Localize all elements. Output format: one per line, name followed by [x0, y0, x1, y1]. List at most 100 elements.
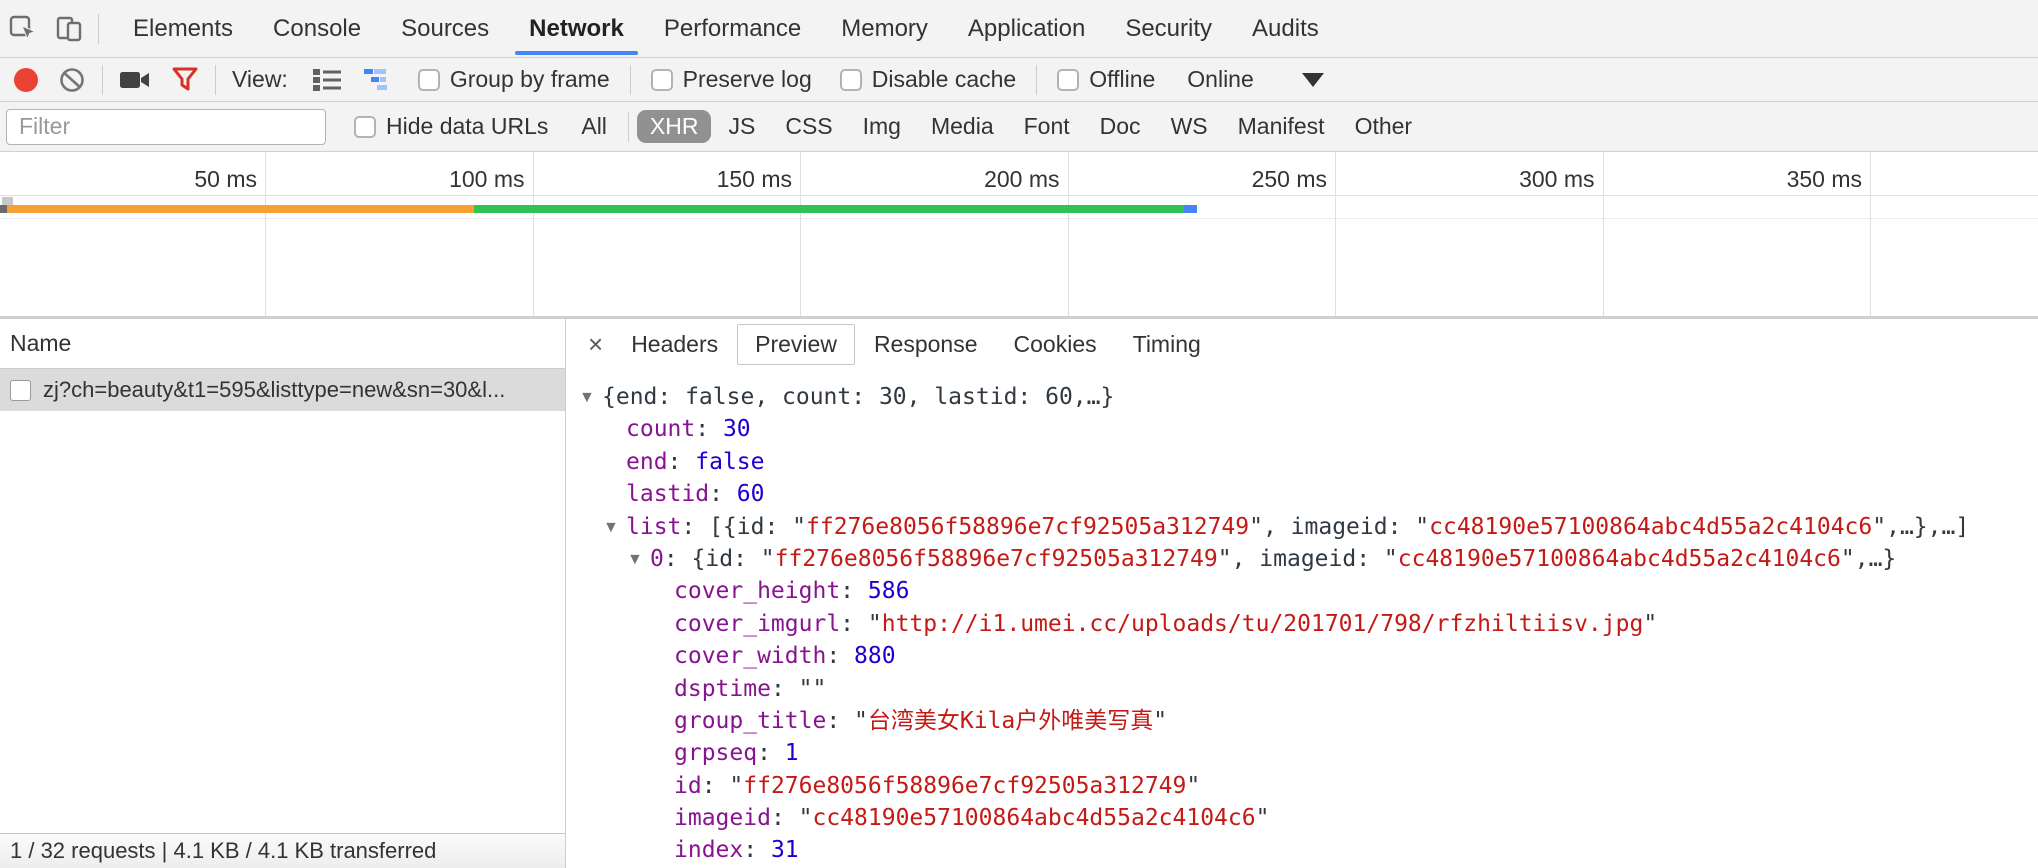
network-filterbar: Hide data URLs AllXHRJSCSSImgMediaFontDo… [0, 102, 2038, 152]
ruler-tick-350-ms: 350 ms [1702, 166, 1862, 193]
offline-checkbox[interactable] [1057, 69, 1079, 91]
inspect-element-button[interactable] [0, 7, 46, 51]
filter-type-img[interactable]: Img [850, 110, 914, 143]
json-text: ",…} [1841, 546, 1896, 572]
json-text: " [1256, 805, 1270, 831]
json-key: id [674, 773, 702, 799]
filter-toggle-button[interactable] [161, 60, 209, 100]
device-toolbar-icon [54, 14, 84, 44]
tree-expandable-row[interactable]: ▼0: {id: "ff276e8056f58896e7cf92505a3127… [566, 543, 2038, 575]
request-row[interactable]: zj?ch=beauty&t1=595&listtype=new&sn=30&l… [0, 369, 565, 411]
filter-type-media[interactable]: Media [918, 110, 1007, 143]
tab-sources[interactable]: Sources [381, 0, 509, 57]
filter-type-manifest[interactable]: Manifest [1225, 110, 1338, 143]
group-by-frame-checkbox[interactable] [418, 69, 440, 91]
json-key: 0 [650, 546, 664, 572]
throttling-select[interactable]: Online [1187, 66, 1253, 93]
tab-audits[interactable]: Audits [1232, 0, 1339, 57]
list-view-icon [312, 68, 342, 92]
overview-bar-queueing [0, 205, 7, 213]
json-key: cover_height [674, 578, 840, 604]
detail-tab-cookies[interactable]: Cookies [997, 325, 1114, 364]
json-key: index [674, 837, 743, 863]
detail-tab-response[interactable]: Response [857, 325, 995, 364]
hide-data-urls-checkbox[interactable] [354, 116, 376, 138]
overview-row-divider [0, 218, 2038, 219]
json-key: count [626, 416, 695, 442]
tree-property-row: grpseq: 1 [566, 737, 2038, 769]
tree-property-row: group_title: "台湾美女Kila户外唯美写真" [566, 705, 2038, 737]
filter-type-js[interactable]: JS [715, 110, 768, 143]
json-key: end [626, 449, 668, 475]
tree-expandable-row[interactable]: ▼{end: false, count: 30, lastid: 60,…} [566, 381, 2038, 413]
detail-tab-headers[interactable]: Headers [614, 325, 735, 364]
expand-arrow-icon[interactable]: ▼ [579, 382, 602, 414]
filter-type-doc[interactable]: Doc [1087, 110, 1154, 143]
tab-console[interactable]: Console [253, 0, 381, 57]
ruler-tick-200-ms: 200 ms [900, 166, 1060, 193]
tab-memory[interactable]: Memory [821, 0, 948, 57]
json-text: " [1153, 708, 1167, 734]
filter-type-xhr[interactable]: XHR [637, 110, 712, 143]
show-overview-button[interactable] [352, 60, 404, 100]
expand-arrow-icon[interactable]: ▼ [627, 544, 650, 576]
preserve-log-checkbox[interactable] [651, 69, 673, 91]
disable-cache-label: Disable cache [872, 66, 1016, 93]
tree-expandable-row[interactable]: ▼list: [{id: "ff276e8056f58896e7cf92505a… [566, 511, 2038, 543]
toggle-device-toolbar-button[interactable] [46, 7, 92, 51]
tab-security[interactable]: Security [1105, 0, 1232, 57]
tab-application[interactable]: Application [948, 0, 1105, 57]
json-value-string: ff276e8056f58896e7cf92505a312749 [743, 773, 1186, 799]
filter-type-other[interactable]: Other [1342, 110, 1426, 143]
clear-button[interactable] [48, 60, 96, 100]
json-value-string: 台湾美女Kila户外唯美写真 [868, 708, 1153, 734]
filter-type-all[interactable]: All [568, 110, 620, 143]
filter-type-css[interactable]: CSS [772, 110, 845, 143]
ruler-tick-50-ms: 50 ms [97, 166, 257, 193]
record-button[interactable] [4, 60, 48, 100]
detail-tab-timing[interactable]: Timing [1116, 325, 1218, 364]
tab-network[interactable]: Network [509, 0, 644, 57]
filter-funnel-icon [171, 66, 199, 94]
toolbar-divider [1036, 65, 1037, 95]
clear-icon [58, 66, 86, 94]
tab-elements[interactable]: Elements [113, 0, 253, 57]
ruler-gridline [533, 152, 534, 316]
offline-label: Offline [1089, 66, 1155, 93]
json-value-number: 30 [723, 416, 751, 442]
filter-type-ws[interactable]: WS [1158, 110, 1221, 143]
use-large-rows-button[interactable] [302, 60, 352, 100]
tree-property-row: lastid: 60 [566, 478, 2038, 510]
ruler-gridline [1335, 152, 1336, 316]
filter-type-font[interactable]: Font [1011, 110, 1083, 143]
detail-tab-preview[interactable]: Preview [737, 324, 855, 365]
filter-input[interactable] [6, 109, 326, 145]
expand-arrow-icon[interactable]: ▼ [603, 512, 626, 544]
tree-property-row: dsptime: "" [566, 673, 2038, 705]
devtools-tabbar: ElementsConsoleSourcesNetworkPerformance… [0, 0, 2038, 58]
close-detail-button[interactable]: × [578, 329, 613, 360]
request-name: zj?ch=beauty&t1=595&listtype=new&sn=30&l… [43, 377, 505, 403]
request-checkbox[interactable] [10, 380, 31, 401]
json-key: grpseq [674, 740, 757, 766]
detail-tabstrip: × HeadersPreviewResponseCookiesTiming [566, 319, 2038, 369]
json-value-number: 1 [785, 740, 799, 766]
dropdown-caret-icon[interactable] [1302, 73, 1324, 87]
json-text: : {id: " [664, 546, 775, 572]
view-label: View: [232, 66, 288, 93]
disable-cache-checkbox[interactable] [840, 69, 862, 91]
capture-screenshots-button[interactable] [109, 60, 161, 100]
json-text: ", imageid: " [1218, 546, 1398, 572]
ruler-tick-150-ms: 150 ms [632, 166, 792, 193]
json-value-number: 880 [854, 643, 896, 669]
json-value-number: 586 [868, 578, 910, 604]
json-text: : [826, 643, 854, 669]
network-overview[interactable]: 50 ms100 ms150 ms200 ms250 ms300 ms350 m… [0, 152, 2038, 319]
ruler-baseline [0, 195, 2038, 196]
overview-bar-waiting [7, 205, 474, 213]
json-text: : " [771, 805, 813, 831]
resource-type-filters: All XHRJSCSSImgMediaFontDocWSManifestOthe… [566, 110, 1427, 143]
column-header-name[interactable]: Name [0, 319, 565, 369]
tab-performance[interactable]: Performance [644, 0, 821, 57]
json-text: {end: false, count: 30, lastid: 60,…} [602, 384, 1114, 410]
